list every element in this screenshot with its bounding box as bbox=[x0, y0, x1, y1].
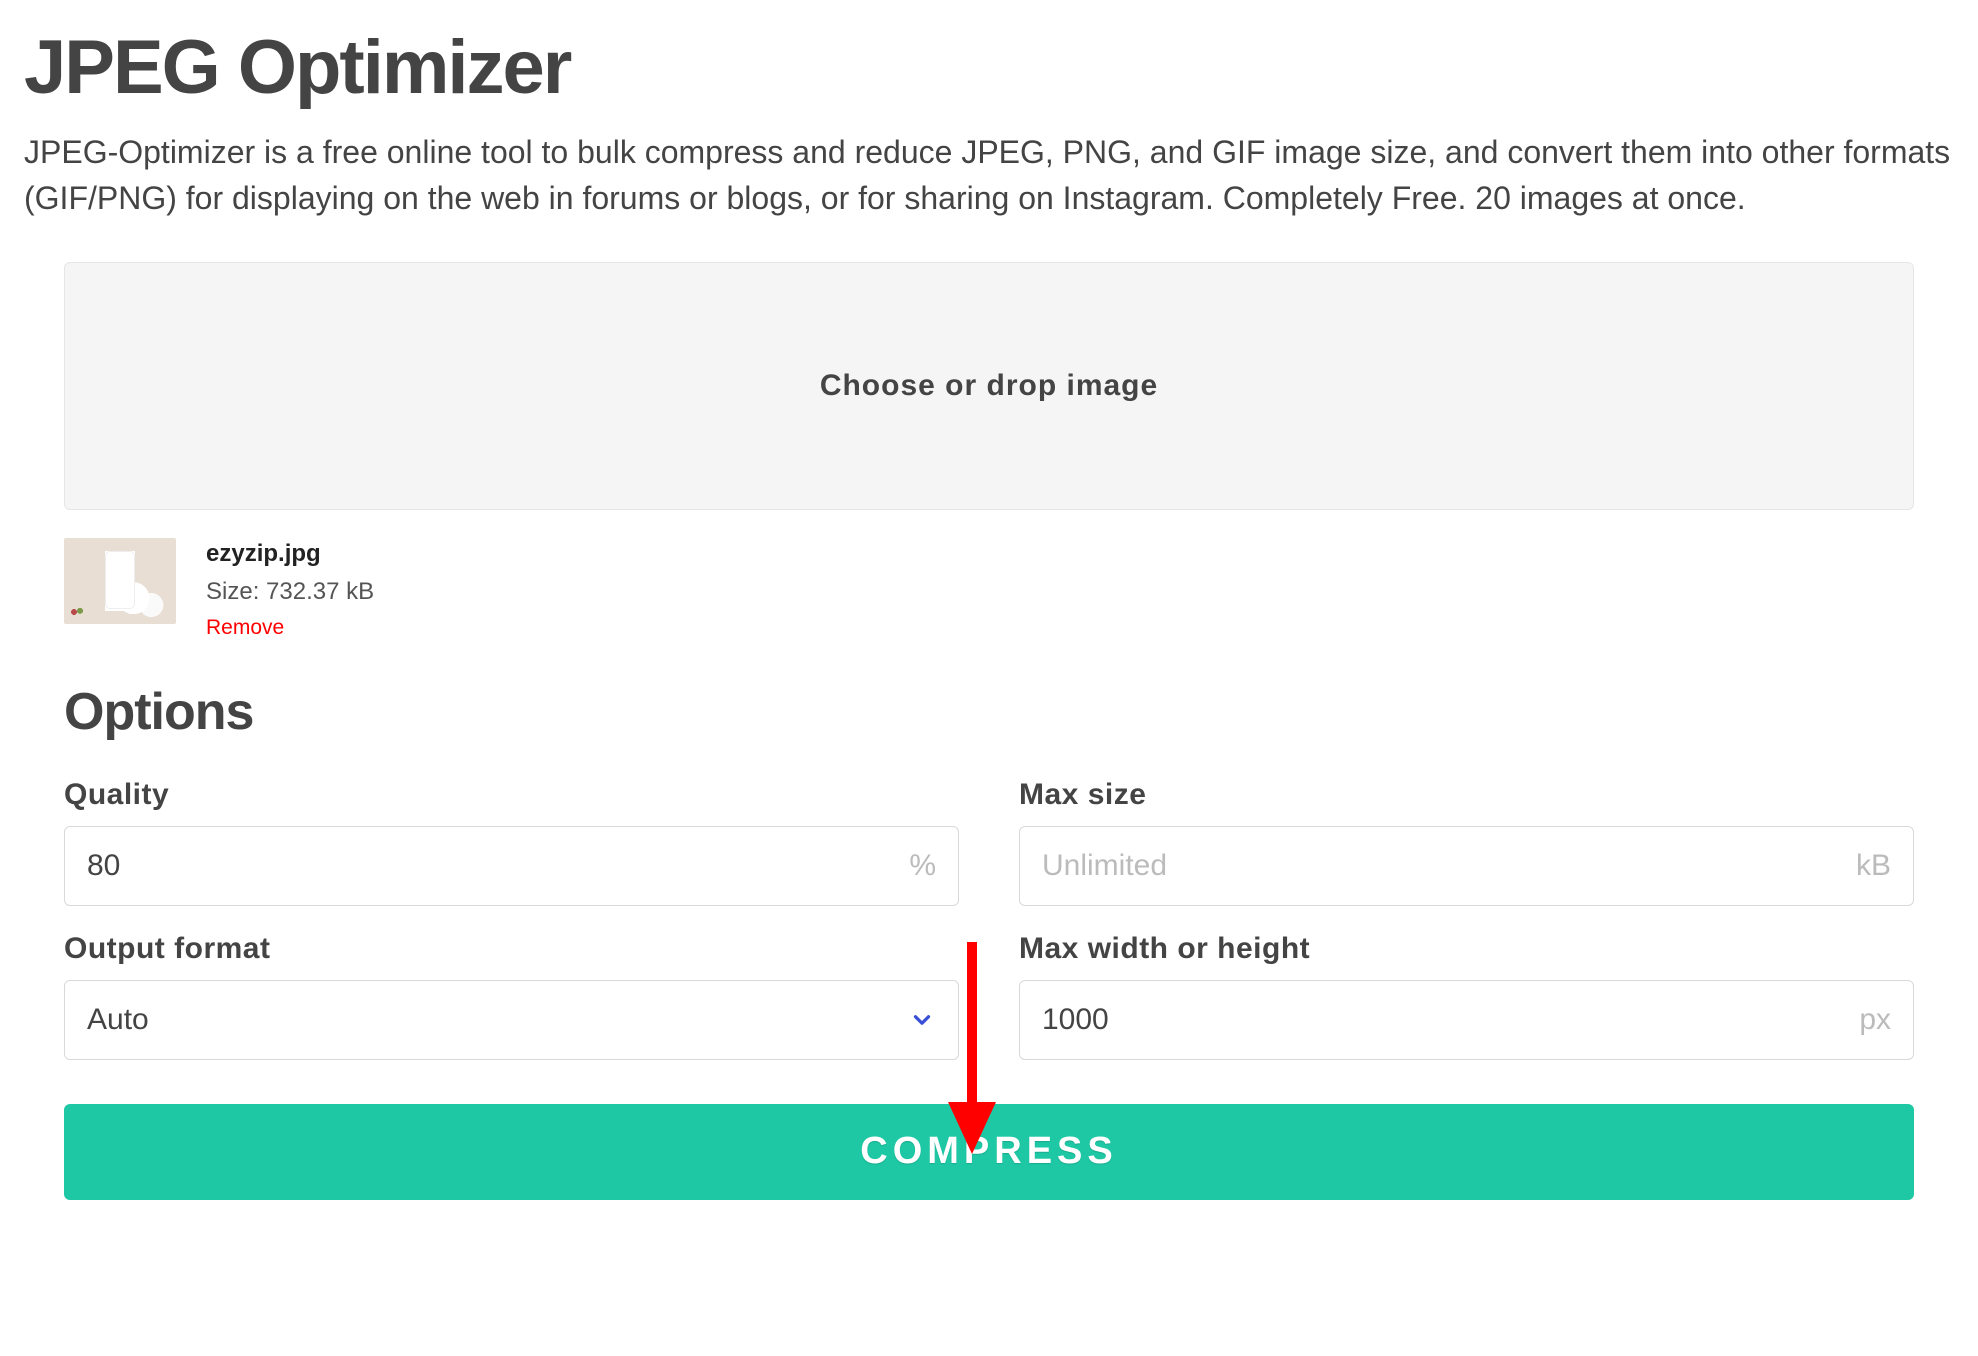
max-dim-field: Max width or height px bbox=[1019, 932, 1914, 1060]
compress-button[interactable]: COMPRESS bbox=[64, 1104, 1914, 1200]
remove-file-link[interactable]: Remove bbox=[206, 616, 284, 640]
output-format-value: Auto bbox=[87, 1003, 908, 1037]
max-size-field: Max size kB bbox=[1019, 778, 1914, 906]
max-size-control: kB bbox=[1019, 826, 1914, 906]
quality-suffix: % bbox=[909, 849, 936, 883]
max-dim-label: Max width or height bbox=[1019, 932, 1914, 966]
file-item: ezyzip.jpg Size: 732.37 kB Remove bbox=[64, 538, 1914, 640]
file-thumbnail bbox=[64, 538, 176, 624]
page-subtitle: JPEG-Optimizer is a free online tool to … bbox=[24, 129, 1954, 222]
max-size-label: Max size bbox=[1019, 778, 1914, 812]
page-title: JPEG Optimizer bbox=[24, 24, 1954, 111]
max-size-input[interactable] bbox=[1042, 849, 1856, 883]
file-size: Size: 732.37 kB bbox=[206, 578, 374, 606]
quality-label: Quality bbox=[64, 778, 959, 812]
chevron-down-icon bbox=[908, 1006, 936, 1034]
quality-input[interactable] bbox=[87, 849, 909, 883]
output-format-field: Output format Auto bbox=[64, 932, 959, 1060]
quality-control: % bbox=[64, 826, 959, 906]
file-name: ezyzip.jpg bbox=[206, 540, 374, 568]
dropzone-label: Choose or drop image bbox=[820, 369, 1158, 403]
upload-dropzone[interactable]: Choose or drop image bbox=[64, 262, 1914, 510]
output-format-label: Output format bbox=[64, 932, 959, 966]
output-format-select[interactable]: Auto bbox=[64, 980, 959, 1060]
max-dim-control: px bbox=[1019, 980, 1914, 1060]
quality-field: Quality % bbox=[64, 778, 959, 906]
max-size-suffix: kB bbox=[1856, 849, 1891, 883]
max-dim-input[interactable] bbox=[1042, 1003, 1859, 1037]
options-heading: Options bbox=[64, 682, 1914, 742]
max-dim-suffix: px bbox=[1859, 1003, 1891, 1037]
